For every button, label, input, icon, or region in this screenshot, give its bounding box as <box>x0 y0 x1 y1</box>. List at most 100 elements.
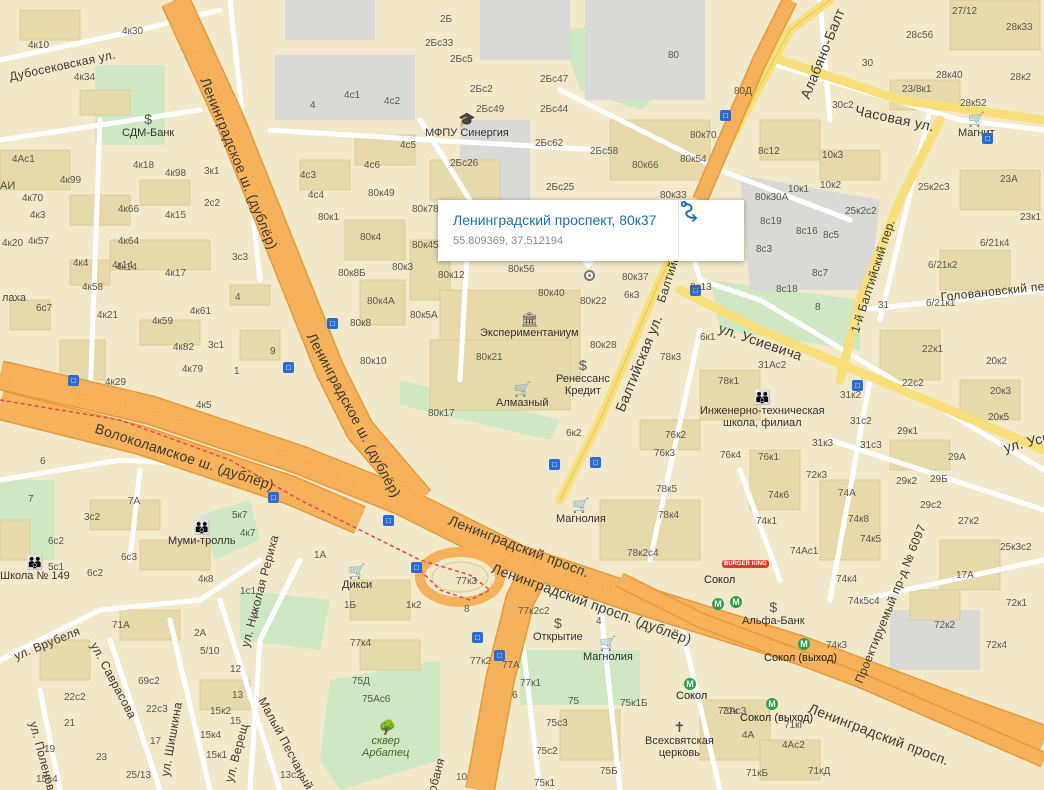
building-number-label: 4к29 <box>105 377 127 388</box>
building-number-label: 20к5 <box>988 412 1010 423</box>
burger-king-logo[interactable]: BURGER KING <box>722 560 769 568</box>
building-number-label: 74Ас1 <box>790 546 819 557</box>
label-shlakha: лаха <box>2 292 27 304</box>
building-number-label: 10к2 <box>820 180 842 191</box>
map-canvas[interactable]: Ленинградское ш. (дублёр) Ленинградское … <box>0 0 1044 790</box>
tree-icon: 🌳 <box>376 719 395 735</box>
building-number-label: 2Бс49 <box>476 104 505 115</box>
bus-stop-icon[interactable]: □ <box>411 562 422 573</box>
bus-stop-icon[interactable]: □ <box>472 632 483 643</box>
building-number-label: 71А <box>112 620 130 631</box>
building-number-label: 23/8к1 <box>902 84 932 95</box>
building-number-label: 6к1 <box>700 332 716 343</box>
university-icon: 🎓 <box>458 111 476 127</box>
building-number-label: 4с2 <box>384 96 401 107</box>
metro-sokol-vyhod-icon[interactable]: M <box>798 638 810 650</box>
building-number-label: 31к3 <box>812 438 834 449</box>
shop-icon: 🛒 <box>599 635 617 651</box>
building-number-label: 25/13 <box>126 770 152 781</box>
bus-stop-icon[interactable]: □ <box>283 362 294 373</box>
building-number-label: 31с2 <box>850 416 872 427</box>
building-number-label: 4к5 <box>196 400 212 411</box>
bus-stop-icon[interactable]: □ <box>68 375 79 386</box>
poi-magnolia-2[interactable]: 🛒 Магнолия <box>583 635 633 664</box>
bus-stop-icon[interactable]: □ <box>720 110 731 121</box>
metro-sokol-icon[interactable]: M <box>712 598 724 610</box>
building-number-label: 6с7 <box>36 303 53 314</box>
poi-alfa-bank[interactable]: $ Альфа-Банк <box>742 600 805 628</box>
building-number-label: 31с3 <box>860 440 882 451</box>
building-number-label: 75 <box>568 696 580 707</box>
popup-coordinates: 55.809369, 37.512194 <box>453 235 564 247</box>
building-number-label: 28к52 <box>960 98 987 109</box>
building-number-label: 20к2 <box>986 356 1008 367</box>
building-number-label: 9 <box>270 346 276 357</box>
address-popup[interactable]: Ленинградский проспект, 80к37 55.809369,… <box>438 200 744 261</box>
building-number-label: 4с3 <box>300 170 317 181</box>
poi-sdm-bank[interactable]: $ СДМ-Банк <box>122 112 174 140</box>
poi-inzh-school[interactable]: 👪 Инженерно-техническая школа, филиал <box>700 390 825 430</box>
building-number-label: 77к2с2 <box>518 606 550 617</box>
building-number-label: 15к4 <box>200 730 222 741</box>
building-number-label: 80к17 <box>428 408 455 419</box>
poi-otkrytie[interactable]: $ Открытие <box>533 615 583 644</box>
building-number-label: 23А <box>1000 174 1018 185</box>
bank-icon: $ <box>553 615 562 631</box>
poi-vsehsvyatskaya[interactable]: ✝ Всехсвятская церковь <box>645 720 714 760</box>
building-number-label: 80к10 <box>360 356 387 367</box>
building-number-label: 30 <box>862 58 874 69</box>
popup-address-link[interactable]: Ленинградский проспект, 80к37 <box>453 212 656 228</box>
poi-skver[interactable]: 🌳 сквер Арбатец <box>362 719 409 760</box>
building-number-label: 1с1 <box>240 586 257 597</box>
building-number-label: 75Ас6 <box>362 694 391 705</box>
metro-sokol-vyhod-label-1: Сокол (выход) <box>764 652 838 664</box>
building-number-label: 80 <box>668 50 680 61</box>
metro-sokol-label: Сокол <box>704 574 736 586</box>
building-number-label: 74к6 <box>768 490 790 501</box>
building-number-label: 78к4 <box>658 510 680 521</box>
building-number-label: 8с18 <box>776 284 798 295</box>
building-number-label: 8с7 <box>812 268 829 279</box>
metro-sokol-icon-3[interactable]: M <box>684 678 696 690</box>
bus-stop-icon[interactable]: □ <box>590 457 601 468</box>
building-number-label: 2Бс2 <box>470 84 493 95</box>
building-number-label: 7А <box>128 496 141 507</box>
bus-stop-icon[interactable]: □ <box>549 459 560 470</box>
route-button[interactable] <box>679 200 744 261</box>
location-pin-icon[interactable] <box>584 270 595 281</box>
building-number-label: 80к37 <box>622 272 649 283</box>
building-number-label: 3с2 <box>84 512 101 523</box>
building-number-label: 4Ас2 <box>782 740 805 751</box>
building-number-label: 6 <box>40 456 46 467</box>
bus-stop-icon[interactable]: □ <box>327 318 338 329</box>
bus-stop-icon[interactable]: □ <box>268 492 279 503</box>
building-number-label: 72к1 <box>1006 598 1028 609</box>
building-number-label: 76к2 <box>665 430 687 441</box>
building-number-label: 78к3 <box>660 352 682 363</box>
poi-mfpu[interactable]: 🎓 МФПУ Синергия <box>425 111 509 140</box>
poi-renaissance[interactable]: $ Ренессанс Кредит <box>556 358 610 398</box>
building-number-label: 19 <box>44 744 56 755</box>
poi-diksi[interactable]: 🛒 Дикси <box>342 564 372 592</box>
building-number-label: 13с2 <box>280 770 302 781</box>
building-number-label: 77к1 <box>520 678 542 689</box>
building-number-label: 31к2 <box>840 390 862 401</box>
building-number-label: 12 <box>230 664 242 675</box>
building-number-label: 4А <box>742 730 755 741</box>
building-number-label: 4к15 <box>165 210 187 221</box>
building-number-label: 76к3 <box>654 448 676 459</box>
bus-stop-icon[interactable]: □ <box>383 515 394 526</box>
building-number-label: 4к70 <box>22 193 44 204</box>
poi-mumi-troll[interactable]: 👪 Муми-тролль <box>168 520 236 548</box>
poi-experimentanium[interactable]: 🏛 Экспериментаниум <box>480 312 579 340</box>
metro-sokol-icon-2[interactable]: M <box>730 596 742 608</box>
bus-stop-icon[interactable]: □ <box>982 133 993 144</box>
metro-sokol-vyhod-icon-2[interactable]: M <box>766 698 778 710</box>
poi-magnolia-1[interactable]: 🛒 Магнолия <box>556 498 606 526</box>
poi-almazny[interactable]: 🛒 Алмазный <box>496 382 548 410</box>
building-number-label: 6к3 <box>624 290 640 301</box>
building-number-label: 72к3 <box>806 470 828 481</box>
building-number-label: 8с3 <box>756 244 773 255</box>
building-number-label: 80к66 <box>632 160 659 171</box>
building-number-label: 6 <box>512 690 518 701</box>
